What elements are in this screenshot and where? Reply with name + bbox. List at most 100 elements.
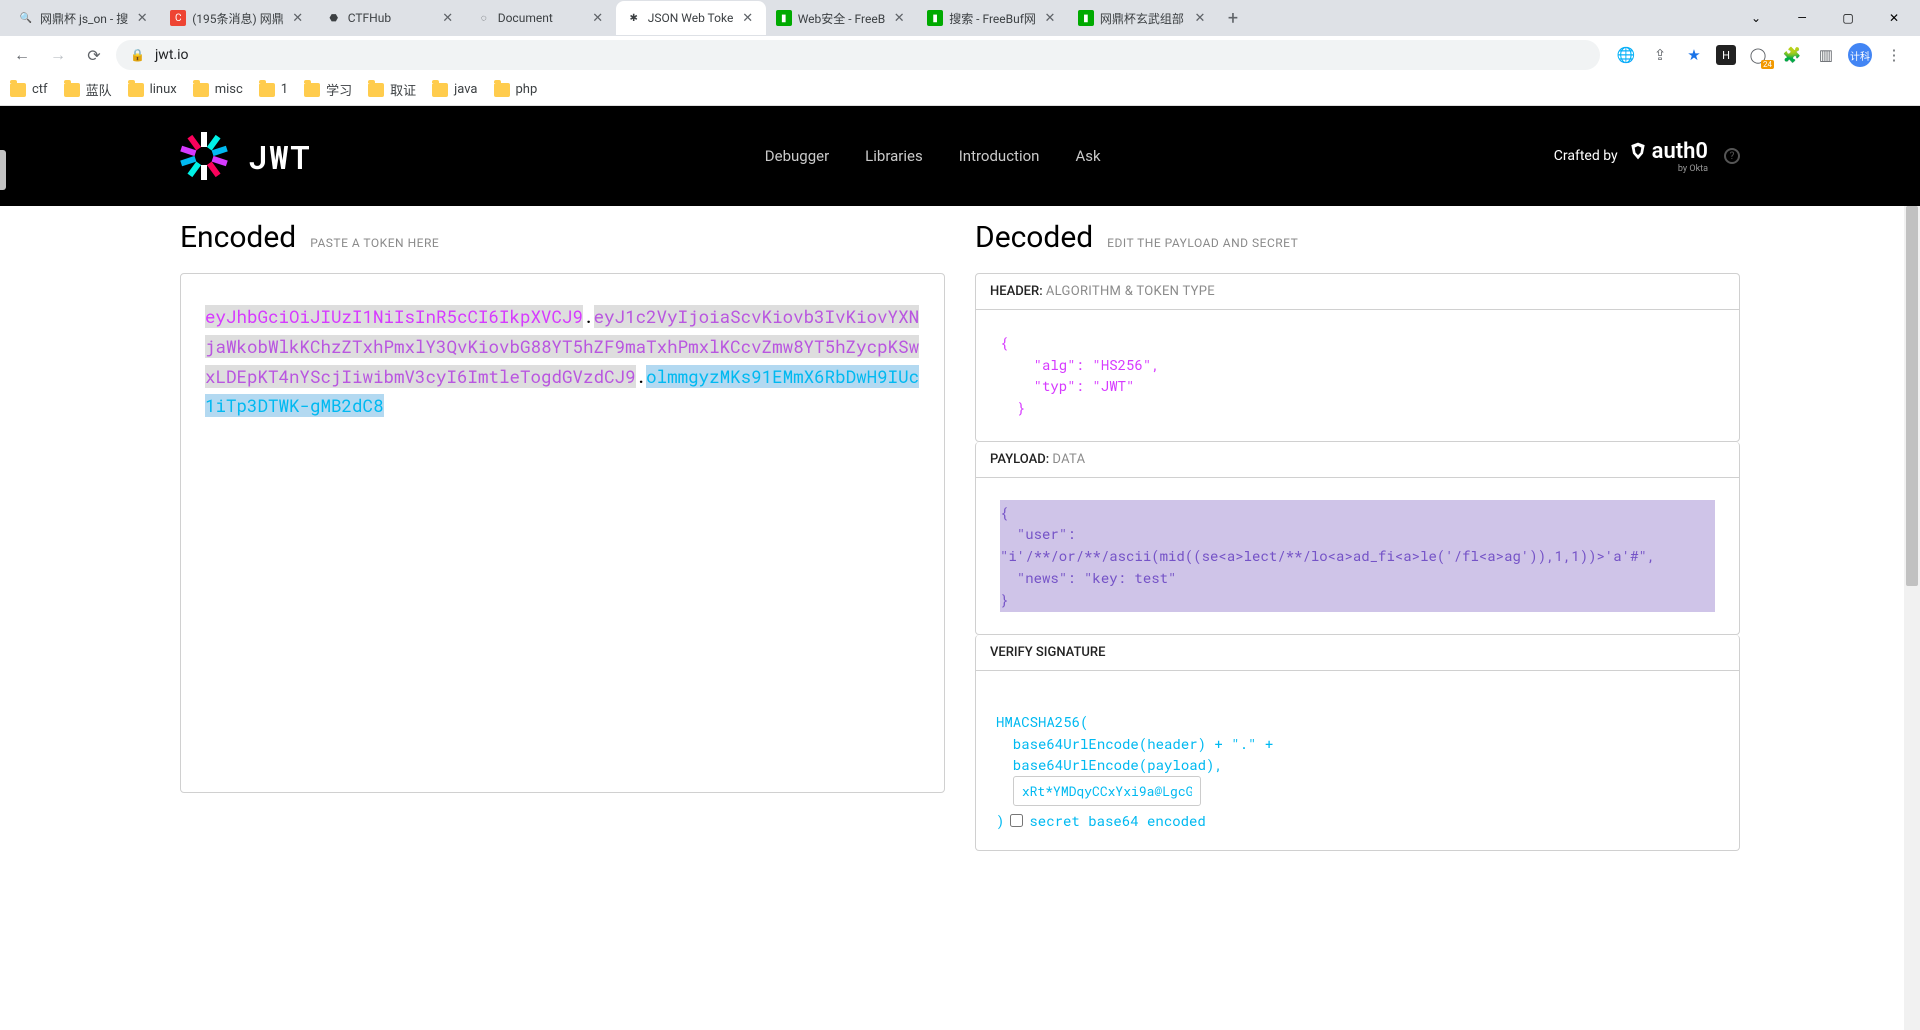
close-tab-icon[interactable]: ✕ [134, 10, 150, 26]
tab-title: 网鼎杯 js_on - 搜 [40, 10, 128, 27]
header-json-editor[interactable]: { "alg": "HS256", "typ": "JWT" } [976, 310, 1739, 441]
crafted-by: Crafted by auth0 by Okta ? [1554, 139, 1740, 174]
url-text: jwt.io [155, 47, 189, 63]
header-section: HEADER: ALGORITHM & TOKEN TYPE { "alg": … [975, 273, 1740, 442]
address-bar[interactable]: 🔒 jwt.io [116, 40, 1600, 70]
bookmark-label: linux [150, 82, 177, 97]
new-tab-button[interactable]: + [1218, 8, 1248, 29]
bookmark-folder[interactable]: 1 [259, 82, 288, 97]
browser-chrome: 🔍网鼎杯 js_on - 搜✕C(195条消息) 网鼎✕⬣CTFHub✕◌Doc… [0, 0, 1920, 106]
shield-favicon: ⬣ [326, 10, 342, 26]
menu-icon[interactable]: ⋮ [1882, 43, 1906, 67]
signature-label: VERIFY SIGNATURE [990, 645, 1105, 660]
close-tab-icon[interactable]: ✕ [290, 10, 306, 26]
bookmark-folder[interactable]: 学习 [304, 80, 352, 99]
tab-strip: 🔍网鼎杯 js_on - 搜✕C(195条消息) 网鼎✕⬣CTFHub✕◌Doc… [0, 0, 1920, 36]
encoded-token-input[interactable]: eyJhbGciOiJIUzI1NiIsInR5cCI6IkpXVCJ9.eyJ… [180, 273, 945, 793]
bookmark-label: misc [215, 82, 243, 97]
folder-icon [368, 83, 384, 97]
info-icon[interactable]: ? [1724, 148, 1740, 164]
browser-tab[interactable]: ▮Web安全 - FreeB✕ [766, 1, 917, 35]
decoded-title: Decoded [975, 220, 1093, 255]
browser-tab[interactable]: ⬣ CTFHub ✕ [316, 1, 466, 35]
forward-button[interactable]: → [44, 41, 72, 69]
close-tab-icon[interactable]: ✕ [1192, 10, 1208, 26]
bookmark-folder[interactable]: misc [193, 82, 243, 97]
close-tab-icon[interactable]: ✕ [440, 10, 456, 26]
header-sublabel: ALGORITHM & TOKEN TYPE [1046, 284, 1215, 299]
close-window-button[interactable]: ✕ [1880, 4, 1908, 32]
nav-link-libraries[interactable]: Libraries [865, 147, 923, 165]
nav-link-debugger[interactable]: Debugger [765, 147, 829, 165]
tab-title: (195条消息) 网鼎 [192, 10, 284, 27]
search-favicon: 🔍 [18, 10, 34, 26]
bookmark-label: 取证 [390, 80, 416, 99]
bookmark-folder[interactable]: ctf [10, 82, 48, 97]
bookmark-folder[interactable]: 取证 [368, 80, 416, 99]
tab-title: CTFHub [348, 11, 434, 25]
jwt-favicon: ✱ [626, 10, 642, 26]
scrollbar-thumb[interactable] [1906, 206, 1918, 586]
bookmark-label: java [454, 82, 477, 97]
bookmark-label: php [516, 82, 538, 97]
crafted-label: Crafted by [1554, 148, 1618, 164]
tab-title: 网鼎杯玄武组部 [1100, 10, 1186, 27]
reload-button[interactable]: ⟳ [80, 41, 108, 69]
sidepanel-icon[interactable]: ▥ [1814, 43, 1838, 67]
browser-tab[interactable]: 🔍 网鼎杯 js_on - 搜 ✕ [8, 1, 160, 35]
bookmark-folder[interactable]: java [432, 82, 477, 97]
maximize-button[interactable]: ▢ [1834, 4, 1862, 32]
auth0-logo[interactable]: auth0 [1628, 139, 1708, 164]
browser-tab[interactable]: ✱ JSON Web Toke ✕ [616, 1, 766, 35]
fb-favicon: ▮ [1078, 10, 1094, 26]
bookmarks-bar: ctf 蓝队 linux misc 1 学习 取证 java php [0, 74, 1920, 106]
share-icon[interactable]: ⇪ [1648, 43, 1672, 67]
browser-tab[interactable]: C(195条消息) 网鼎✕ [160, 1, 316, 35]
bookmark-label: 蓝队 [86, 80, 112, 99]
secret-base64-checkbox[interactable] [1010, 814, 1023, 827]
extension-badge-icon[interactable]: ◯24 [1746, 43, 1770, 67]
bookmark-star-icon[interactable]: ★ [1682, 43, 1706, 67]
close-tab-icon[interactable]: ✕ [891, 10, 907, 26]
signature-body: HMACSHA256( base64UrlEncode(header) + ".… [976, 671, 1739, 849]
bookmark-label: 学习 [326, 80, 352, 99]
extension-h-icon[interactable]: H [1716, 45, 1736, 65]
payload-json-editor[interactable]: { "user": "i'/**/or/**/ascii(mid((se<a>l… [976, 478, 1739, 634]
extensions-icon[interactable]: 🧩 [1780, 43, 1804, 67]
minimize-button[interactable]: — [1788, 4, 1816, 32]
site-nav: Debugger Libraries Introduction Ask [765, 147, 1101, 165]
nav-link-ask[interactable]: Ask [1075, 147, 1100, 165]
bookmark-folder[interactable]: linux [128, 82, 177, 97]
selection-handle [0, 150, 6, 190]
browser-tab[interactable]: ▮ 网鼎杯玄武组部 ✕ [1068, 1, 1218, 35]
tab-title: JSON Web Toke [648, 11, 734, 25]
browser-tab[interactable]: ▮搜索 - FreeBuf网✕ [917, 1, 1068, 35]
bookmark-label: 1 [281, 82, 288, 97]
spin-favicon: ◌ [476, 10, 492, 26]
bookmark-folder[interactable]: 蓝队 [64, 80, 112, 99]
bookmark-folder[interactable]: php [494, 82, 538, 97]
decoded-column: Decoded EDIT THE PAYLOAD AND SECRET HEAD… [975, 220, 1740, 1030]
payload-label: PAYLOAD: [990, 452, 1049, 467]
signature-section: VERIFY SIGNATURE HMACSHA256( base64UrlEn… [975, 635, 1740, 850]
site-header: JWT Debugger Libraries Introduction Ask Cra… [0, 106, 1920, 206]
tab-title: 搜索 - FreeBuf网 [949, 10, 1036, 27]
back-button[interactable]: ← [8, 41, 36, 69]
page-scrollbar[interactable] [1904, 206, 1920, 1030]
close-tab-icon[interactable]: ✕ [590, 10, 606, 26]
profile-avatar[interactable]: 计科 [1848, 43, 1872, 67]
close-tab-icon[interactable]: ✕ [740, 10, 756, 26]
encoded-column: Encoded PASTE A TOKEN HERE eyJhbGciOiJIU… [180, 220, 945, 1030]
jwt-logo-icon [180, 132, 228, 180]
tab-title: Document [498, 11, 584, 25]
nav-link-introduction[interactable]: Introduction [959, 147, 1040, 165]
browser-tab[interactable]: ◌ Document ✕ [466, 1, 616, 35]
payload-section: PAYLOAD: DATA { "user": "i'/**/or/**/asc… [975, 442, 1740, 635]
dropdown-icon[interactable]: ⌄ [1742, 4, 1770, 32]
secret-input[interactable] [1013, 776, 1201, 806]
payload-sublabel: DATA [1052, 452, 1085, 467]
close-tab-icon[interactable]: ✕ [1042, 10, 1058, 26]
jwt-wordmark: JWT [248, 135, 312, 178]
translate-icon[interactable]: 🌐 [1614, 43, 1638, 67]
fb-favicon: ▮ [776, 10, 792, 26]
